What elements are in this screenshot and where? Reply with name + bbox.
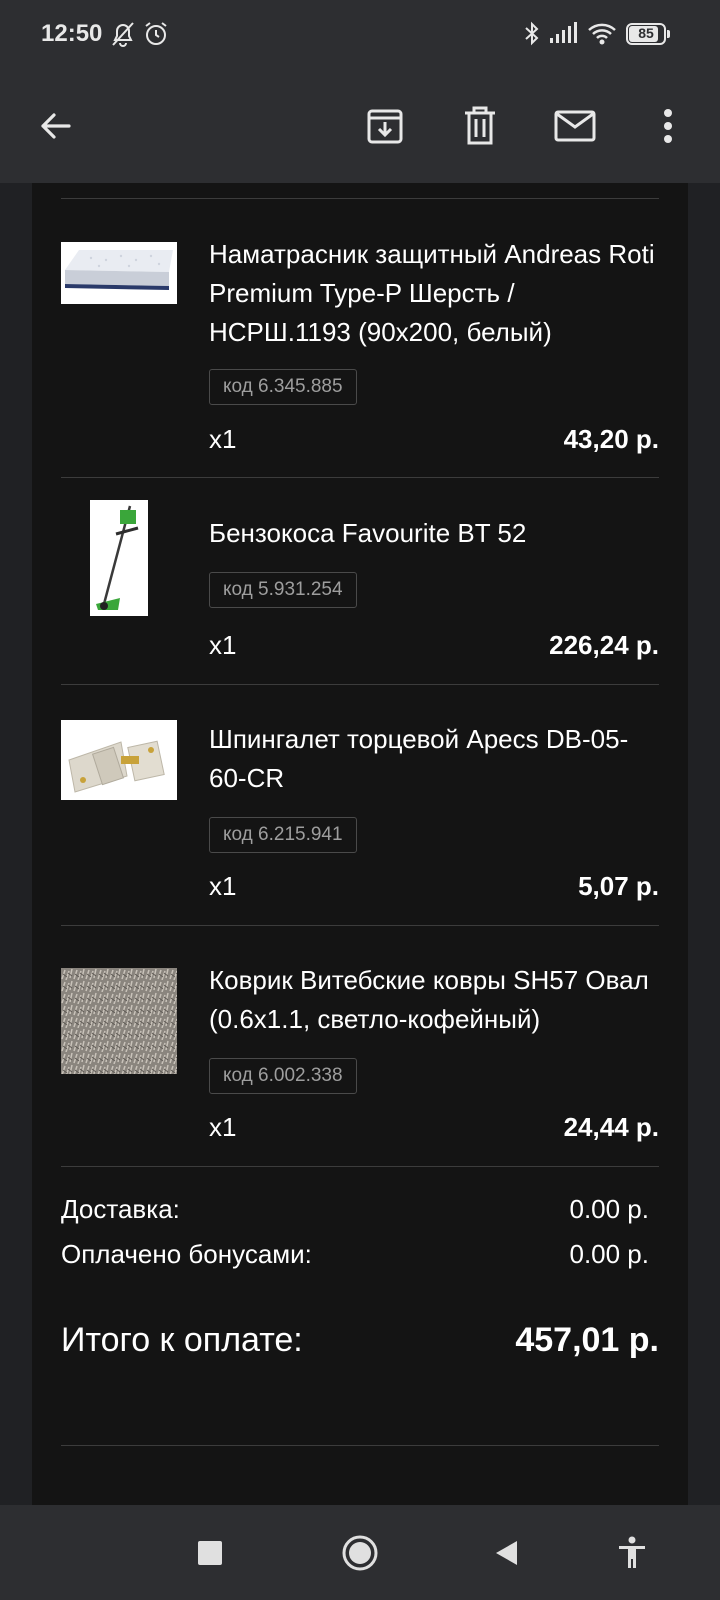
home-circle-icon[interactable] xyxy=(330,1523,390,1583)
accessibility-icon[interactable] xyxy=(602,1523,662,1583)
item-code: код 6.002.338 xyxy=(209,1058,357,1094)
item-name[interactable]: Наматрасник защитный Andreas Roti Premiu… xyxy=(209,235,659,352)
item-code: код 6.215.941 xyxy=(209,817,357,853)
latch-image xyxy=(61,720,177,800)
divider xyxy=(61,198,659,199)
bonus-label: Оплачено бонусами: xyxy=(61,1239,312,1269)
item-price: 5,07 р. xyxy=(578,871,659,901)
divider xyxy=(61,477,659,478)
mail-icon[interactable] xyxy=(545,96,605,156)
order-card: Наматрасник защитный Andreas Roti Premiu… xyxy=(32,183,688,1505)
total-value: 457,01 р. xyxy=(515,1321,659,1359)
item-name[interactable]: Шпингалет торцевой Apecs DB-05-60-CR xyxy=(209,720,659,798)
item-price: 226,24 р. xyxy=(549,630,659,660)
delivery-label: Доставка: xyxy=(61,1194,180,1224)
item-name[interactable]: Коврик Витебские ковры SH57 Овал (0.6x1.… xyxy=(209,961,659,1039)
status-bar: 12:50 85 xyxy=(0,0,720,70)
divider xyxy=(61,925,659,926)
rug-image xyxy=(61,968,177,1074)
delivery-value: 0.00 р. xyxy=(569,1194,649,1224)
email-body[interactable]: Наматрасник защитный Andreas Roti Premiu… xyxy=(0,183,720,1505)
item-price: 43,20 р. xyxy=(563,424,659,454)
system-nav-bar xyxy=(0,1505,720,1600)
battery-icon: 85 xyxy=(626,23,670,45)
trimmer-image xyxy=(90,500,148,616)
back-arrow-icon[interactable] xyxy=(25,96,85,156)
bluetooth-icon xyxy=(523,20,541,53)
item-code: код 5.931.254 xyxy=(209,572,357,608)
total-label: Итого к оплате: xyxy=(61,1321,303,1359)
item-qty: x1 xyxy=(209,1112,237,1142)
alarm-icon xyxy=(143,20,169,53)
bell-off-icon xyxy=(110,20,136,53)
message-toolbar xyxy=(0,70,720,183)
divider xyxy=(61,1445,659,1446)
status-time: 12:50 xyxy=(41,20,103,47)
recents-square-icon[interactable] xyxy=(180,1523,240,1583)
more-vert-icon[interactable] xyxy=(638,96,698,156)
item-price: 24,44 р. xyxy=(563,1112,659,1142)
signal-icon xyxy=(549,20,577,53)
delete-icon[interactable] xyxy=(450,96,510,156)
wifi-icon xyxy=(587,20,617,53)
battery-level: 85 xyxy=(638,25,654,41)
bonus-value: 0.00 р. xyxy=(569,1239,649,1269)
archive-icon[interactable] xyxy=(355,96,415,156)
item-qty: x1 xyxy=(209,424,237,454)
item-code: код 6.345.885 xyxy=(209,369,357,405)
back-triangle-icon[interactable] xyxy=(476,1523,536,1583)
item-name[interactable]: Бензокоса Favourite BT 52 xyxy=(209,514,659,553)
item-qty: x1 xyxy=(209,630,237,660)
divider xyxy=(61,1166,659,1167)
mattress-pad-image xyxy=(61,242,177,304)
item-qty: x1 xyxy=(209,871,237,901)
divider xyxy=(61,684,659,685)
